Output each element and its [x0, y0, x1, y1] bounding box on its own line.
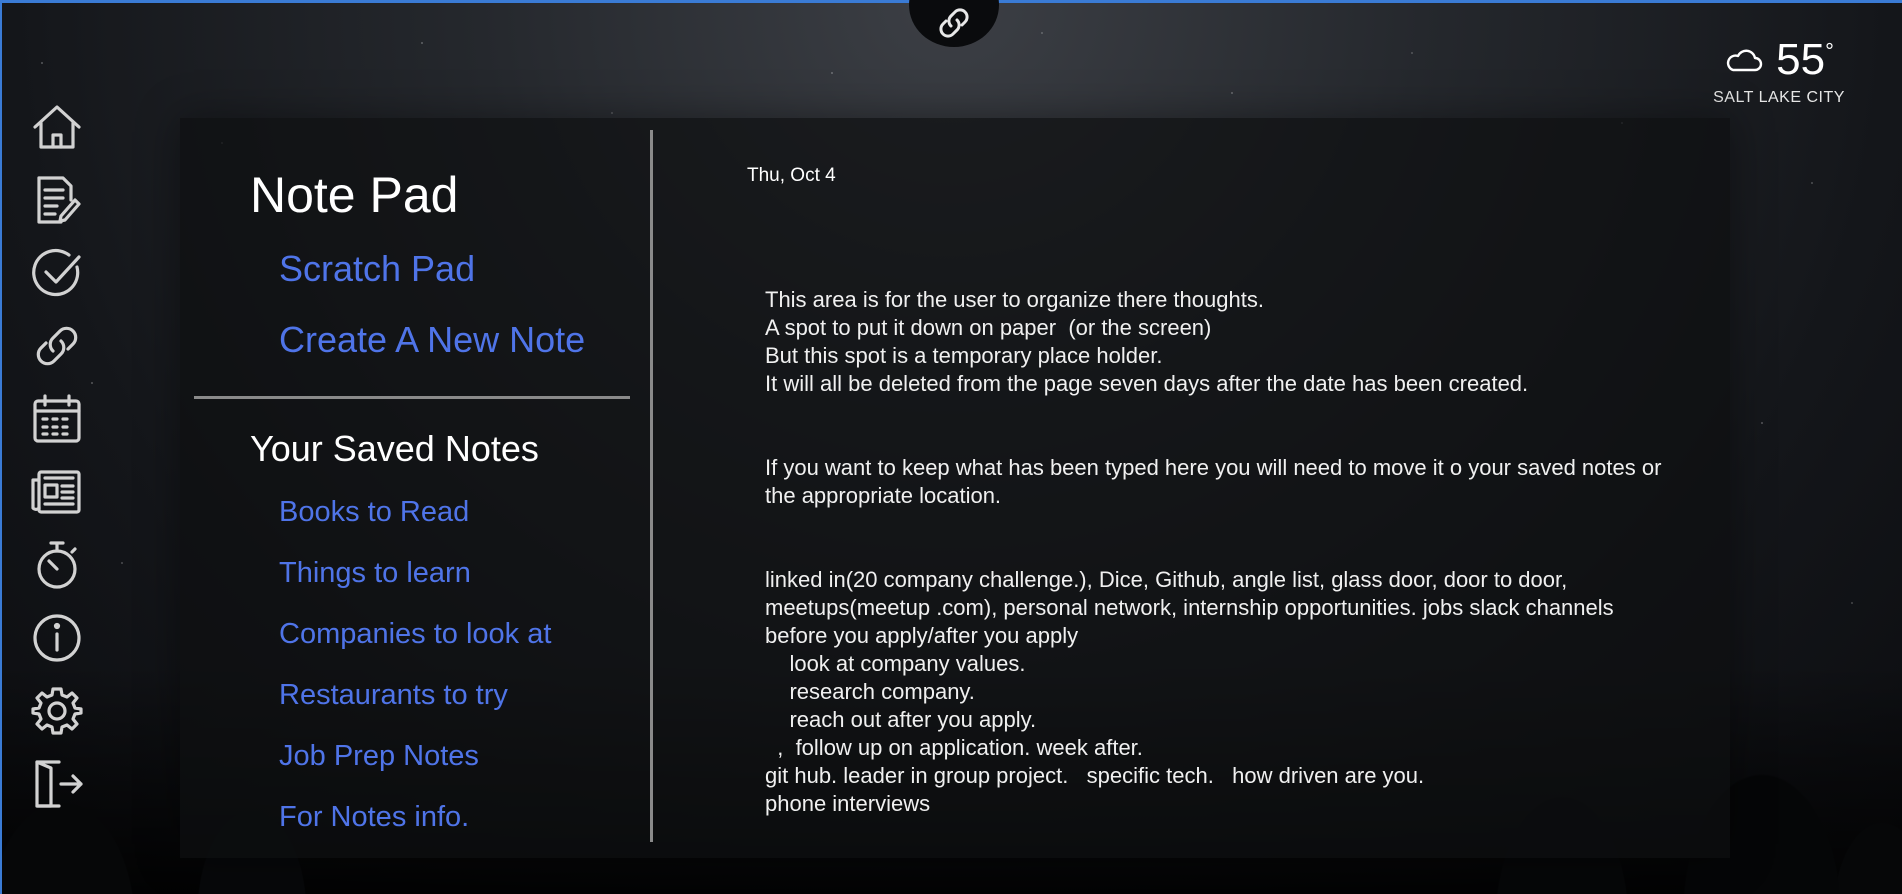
column-divider — [650, 130, 653, 842]
scratch-pad-link[interactable]: Scratch Pad — [279, 248, 475, 290]
sidebar-item-settings[interactable] — [28, 682, 86, 740]
note-line: phone interviews — [765, 791, 931, 816]
sidebar-item-info[interactable] — [28, 609, 86, 667]
saved-note-item[interactable]: Job Prep Notes — [279, 740, 551, 801]
note-date: Thu, Oct 4 — [747, 165, 836, 186]
sidebar-item-links[interactable] — [28, 317, 86, 375]
city-name: SALT LAKE CITY — [1713, 89, 1845, 106]
saved-notes-heading: Your Saved Notes — [250, 428, 539, 469]
page-title: Note Pad — [250, 167, 459, 223]
sidebar-item-home[interactable] — [28, 98, 86, 156]
sidebar-item-calendar[interactable] — [28, 390, 86, 448]
note-line: reach out after you apply. — [765, 707, 1037, 732]
checkmark-icon — [32, 248, 81, 297]
saved-notes-list: Books to Read Things to learn Companies … — [279, 496, 551, 862]
note-line: research company. — [765, 679, 975, 704]
note-line: It will all be deleted from the page sev… — [765, 371, 1529, 396]
info-icon — [33, 614, 81, 662]
section-divider — [194, 396, 630, 399]
cloud-icon — [1727, 49, 1763, 72]
weather-widget: 55° SALT LAKE CITY — [1704, 35, 1854, 107]
note-line: , follow up on application. week after. — [765, 735, 1143, 760]
sidebar-item-notes[interactable] — [28, 171, 86, 229]
sidebar-item-tasks[interactable] — [28, 244, 86, 302]
home-icon — [33, 105, 81, 149]
sidebar-item-timer[interactable] — [28, 536, 86, 594]
sidebar-nav — [28, 98, 86, 813]
gear-icon — [31, 687, 83, 735]
stopwatch-icon — [37, 541, 77, 589]
note-line: look at company values. — [765, 651, 1026, 676]
link-icon — [36, 326, 78, 366]
logout-icon — [35, 760, 83, 808]
saved-note-item[interactable]: Things to learn — [279, 557, 551, 618]
note-line: But this spot is a temporary place holde… — [765, 343, 1163, 368]
saved-note-item[interactable]: Restaurants to try — [279, 679, 551, 740]
temperature: 55° — [1776, 35, 1834, 84]
notepad-panel: Note Pad Scratch Pad Create A New Note Y… — [180, 118, 1730, 858]
newspaper-icon — [31, 470, 81, 514]
calendar-icon — [33, 394, 81, 443]
saved-note-item[interactable]: Books to Read — [279, 496, 551, 557]
scratch-pad-editor[interactable]: This area is for the user to organize th… — [765, 286, 1695, 818]
note-line: linked in(20 company challenge.), Dice, … — [765, 567, 1614, 620]
sidebar-item-news[interactable] — [28, 463, 86, 521]
saved-note-item[interactable]: Companies to look at — [279, 618, 551, 679]
notes-navigation: Note Pad Scratch Pad Create A New Note Y… — [180, 118, 650, 858]
note-line: before you apply/after you apply — [765, 623, 1079, 648]
link-icon — [939, 8, 969, 38]
note-edit-icon — [37, 176, 81, 224]
note-line: If you want to keep what has been typed … — [765, 455, 1668, 508]
note-line: A spot to put it down on paper (or the s… — [765, 315, 1212, 340]
note-line: git hub. leader in group project. specif… — [765, 763, 1425, 788]
note-line: This area is for the user to organize th… — [765, 287, 1264, 312]
saved-note-item[interactable]: For Notes info. — [279, 801, 551, 862]
sidebar-item-logout[interactable] — [28, 755, 86, 813]
create-note-link[interactable]: Create A New Note — [279, 319, 585, 361]
